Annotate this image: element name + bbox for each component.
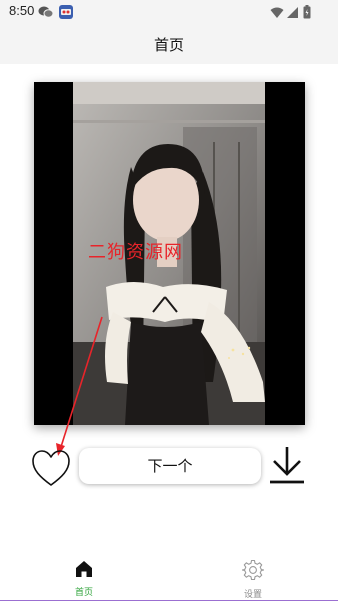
wifi-icon [270, 4, 284, 23]
tab-settings[interactable]: 设置 [223, 559, 283, 600]
signal-icon [286, 4, 299, 23]
wechat-icon [38, 4, 54, 23]
heart-outline-icon [32, 450, 70, 486]
tab-settings-label: 设置 [243, 590, 262, 600]
page-title: 首页 [153, 36, 184, 54]
like-button[interactable] [30, 448, 72, 488]
video-watermark: 二狗资源网 [88, 242, 183, 263]
bottom-tab-bar: 首页 设置 [0, 551, 338, 601]
gear-icon [241, 559, 265, 581]
status-time: 8:50 [9, 3, 35, 18]
status-bar: 8:50 [0, 0, 338, 24]
app-notification-icon [58, 4, 74, 24]
home-icon [76, 561, 92, 577]
download-button[interactable] [268, 444, 306, 486]
download-icon [270, 447, 304, 484]
app-header: 首页 [0, 24, 338, 64]
battery-icon [303, 4, 311, 23]
tab-home-label: 首页 [74, 588, 93, 598]
tab-home[interactable]: 首页 [54, 559, 114, 598]
next-button[interactable]: 下一个 [79, 448, 261, 484]
